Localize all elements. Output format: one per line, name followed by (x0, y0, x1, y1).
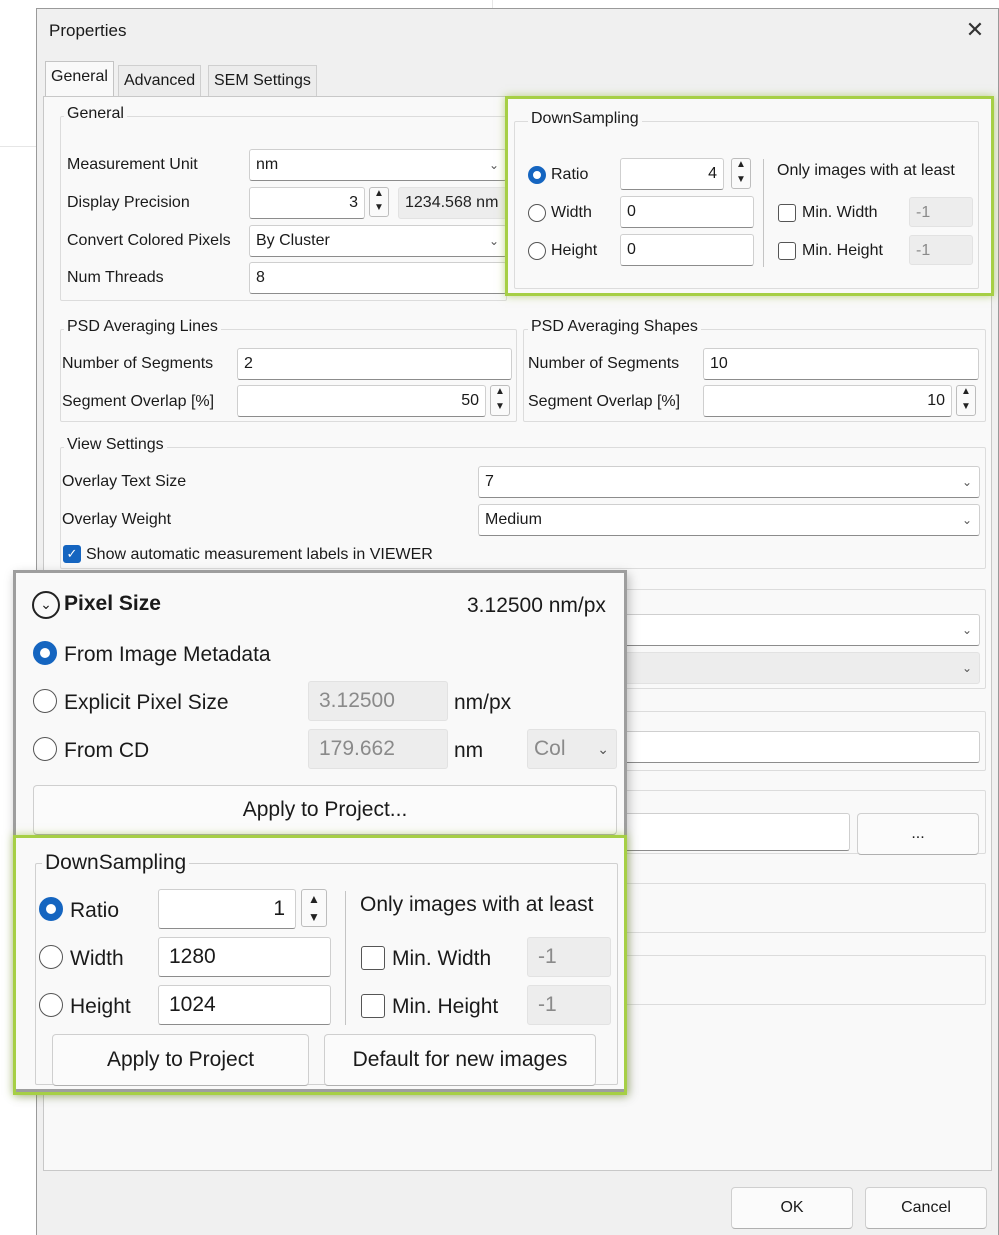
highlight-frame (505, 96, 994, 296)
spin-down-icon[interactable]: ▼ (491, 401, 509, 416)
from-cd-radio[interactable] (33, 737, 57, 761)
chevron-down-icon: ⌄ (488, 234, 499, 248)
tab-sem-settings[interactable]: SEM Settings (208, 65, 317, 97)
num-threads-label: Num Threads (67, 269, 164, 286)
psd-shapes-overlap-stepper[interactable]: ▲ ▼ (956, 385, 976, 416)
psd-shapes-segments-input[interactable]: 10 (703, 348, 979, 380)
convert-colored-value: By Cluster (256, 232, 330, 249)
chevron-down-icon: ⌄ (597, 741, 609, 757)
from-cd-select-value: Col (534, 737, 566, 760)
psd-lines-overlap-input[interactable]: 50 (237, 385, 486, 417)
explicit-input: 3.12500 (308, 681, 448, 721)
chevron-down-icon[interactable]: ⌄ (32, 591, 60, 619)
chevron-down-icon: ⌄ (961, 513, 972, 527)
psd-lines-overlap-stepper[interactable]: ▲ ▼ (490, 385, 510, 416)
chevron-down-icon: ⌄ (961, 475, 972, 489)
overlay-text-size-label: Overlay Text Size (62, 473, 187, 490)
background-line (492, 0, 493, 8)
display-precision-label: Display Precision (67, 194, 190, 211)
hidden-path-input[interactable] (604, 813, 850, 851)
from-cd-select: Col ⌄ (527, 729, 617, 769)
dialog-title: Properties (49, 21, 127, 40)
chevron-down-icon: ⌄ (488, 158, 499, 172)
num-threads-input[interactable]: 8 (249, 262, 507, 294)
display-precision-stepper[interactable]: ▲ ▼ (369, 187, 389, 217)
general-group-title: General (64, 105, 127, 123)
display-precision-input[interactable]: 3 (249, 187, 365, 219)
overlay-text-size-select[interactable]: 7 ⌄ (478, 466, 980, 498)
from-metadata-label: From Image Metadata (64, 643, 271, 666)
convert-colored-select[interactable]: By Cluster ⌄ (249, 225, 507, 257)
explicit-label: Explicit Pixel Size (64, 691, 229, 714)
background-line (0, 146, 36, 147)
from-cd-input: 179.662 (308, 729, 448, 769)
from-cd-label: From CD (64, 739, 150, 762)
highlight-frame (13, 835, 627, 1095)
psd-lines-title: PSD Averaging Lines (64, 318, 221, 336)
measurement-unit-select[interactable]: nm ⌄ (249, 149, 507, 181)
psd-shapes-segments-label: Number of Segments (528, 355, 680, 372)
from-metadata-radio[interactable] (33, 641, 57, 665)
spin-up-icon[interactable]: ▲ (370, 188, 388, 202)
display-precision-preview: 1234.568 nm (398, 187, 507, 219)
close-icon[interactable]: ✕ (960, 15, 990, 45)
spin-up-icon[interactable]: ▲ (491, 386, 509, 401)
spin-up-icon[interactable]: ▲ (957, 386, 975, 401)
explicit-radio[interactable] (33, 689, 57, 713)
spin-down-icon[interactable]: ▼ (957, 401, 975, 416)
convert-colored-label: Convert Colored Pixels (67, 232, 231, 249)
psd-shapes-overlap-label: Segment Overlap [%] (528, 393, 681, 410)
cancel-button[interactable]: Cancel (865, 1187, 987, 1229)
pixel-size-title: Pixel Size (64, 592, 161, 615)
view-settings-title: View Settings (64, 436, 167, 454)
overlay-weight-label: Overlay Weight (62, 511, 172, 528)
psd-shapes-title: PSD Averaging Shapes (528, 318, 701, 336)
psd-lines-overlap-label: Segment Overlap [%] (62, 393, 215, 410)
hidden-input[interactable] (604, 731, 980, 763)
overlay-text-size-value: 7 (485, 473, 494, 490)
measurement-unit-label: Measurement Unit (67, 156, 198, 173)
chevron-down-icon: ⌄ (961, 623, 972, 637)
tab-advanced[interactable]: Advanced (118, 65, 202, 97)
overlay-weight-select[interactable]: Medium ⌄ (478, 504, 980, 536)
explicit-unit: nm/px (454, 691, 512, 714)
psd-lines-segments-input[interactable]: 2 (237, 348, 512, 380)
ok-button[interactable]: OK (731, 1187, 853, 1229)
apply-pixel-size-button[interactable]: Apply to Project... (33, 785, 617, 835)
chevron-down-icon: ⌄ (961, 661, 972, 675)
browse-button[interactable]: ... (857, 813, 979, 855)
show-labels-checkbox[interactable]: ✓ (63, 545, 81, 563)
hidden-select-a[interactable]: ⌄ (604, 614, 980, 646)
psd-lines-segments-label: Number of Segments (62, 355, 214, 372)
pixel-size-value: 3.12500 nm/px (467, 594, 606, 617)
tab-general[interactable]: General (45, 61, 114, 97)
spin-down-icon[interactable]: ▼ (370, 202, 388, 216)
overlay-weight-value: Medium (485, 511, 542, 528)
show-labels-label: Show automatic measurement labels in VIE… (86, 546, 433, 563)
psd-shapes-overlap-input[interactable]: 10 (703, 385, 952, 417)
hidden-select-b: ⌄ (604, 652, 980, 684)
from-cd-unit: nm (454, 739, 484, 762)
measurement-unit-value: nm (256, 156, 279, 173)
